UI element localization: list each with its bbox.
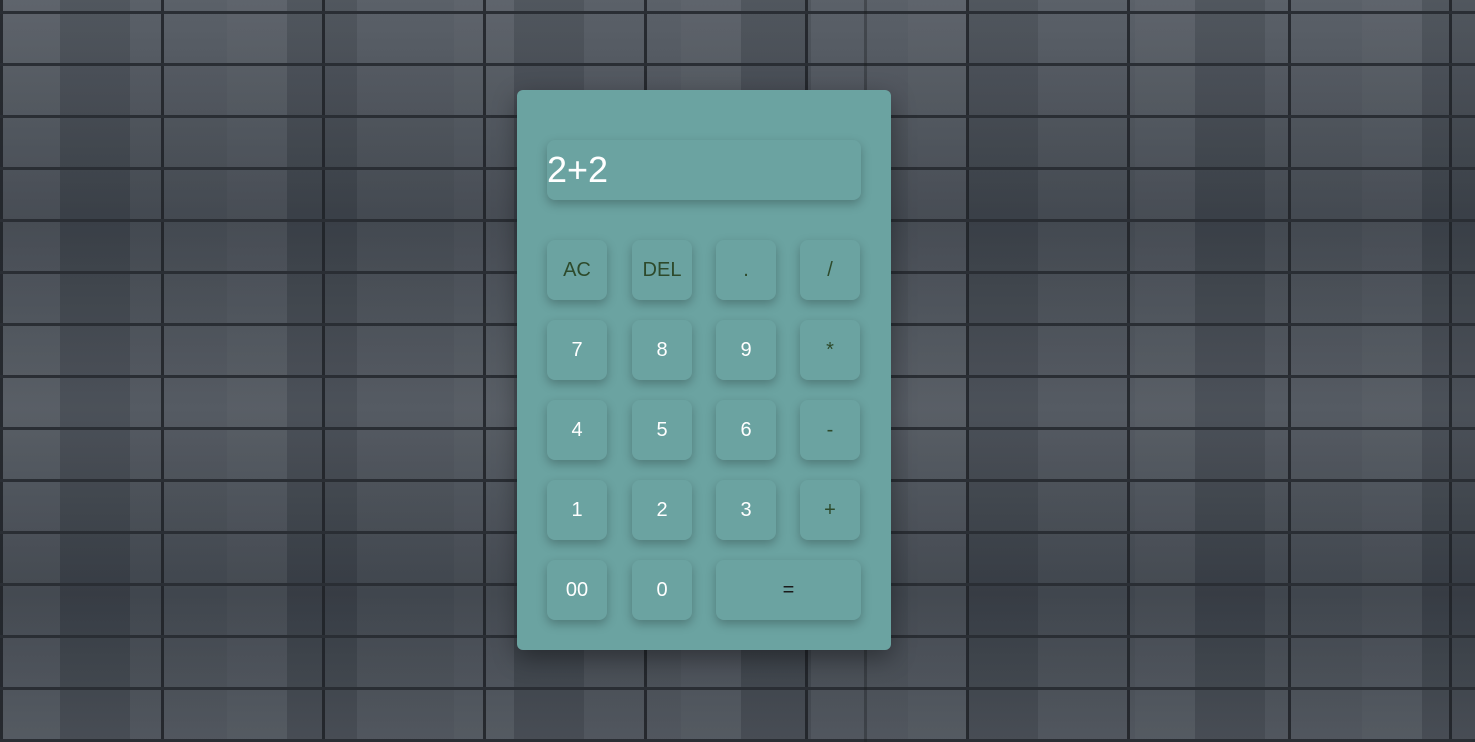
calculator-display: 2+2: [547, 140, 861, 200]
equals-button[interactable]: =: [716, 560, 861, 620]
minus-button[interactable]: -: [800, 400, 860, 460]
digit-9-button[interactable]: 9: [716, 320, 776, 380]
digit-6-button[interactable]: 6: [716, 400, 776, 460]
digit-7-button[interactable]: 7: [547, 320, 607, 380]
multiply-button[interactable]: *: [800, 320, 860, 380]
digit-8-button[interactable]: 8: [632, 320, 692, 380]
divide-button[interactable]: /: [800, 240, 860, 300]
calculator: 2+2 AC DEL . / 7 8 9 * 4 5 6 - 1 2 3 + 0…: [517, 90, 891, 650]
digit-1-button[interactable]: 1: [547, 480, 607, 540]
decimal-button[interactable]: .: [716, 240, 776, 300]
digit-4-button[interactable]: 4: [547, 400, 607, 460]
delete-button[interactable]: DEL: [632, 240, 692, 300]
digit-2-button[interactable]: 2: [632, 480, 692, 540]
digit-3-button[interactable]: 3: [716, 480, 776, 540]
all-clear-button[interactable]: AC: [547, 240, 607, 300]
digit-0-button[interactable]: 0: [632, 560, 692, 620]
double-zero-button[interactable]: 00: [547, 560, 607, 620]
plus-button[interactable]: +: [800, 480, 860, 540]
digit-5-button[interactable]: 5: [632, 400, 692, 460]
